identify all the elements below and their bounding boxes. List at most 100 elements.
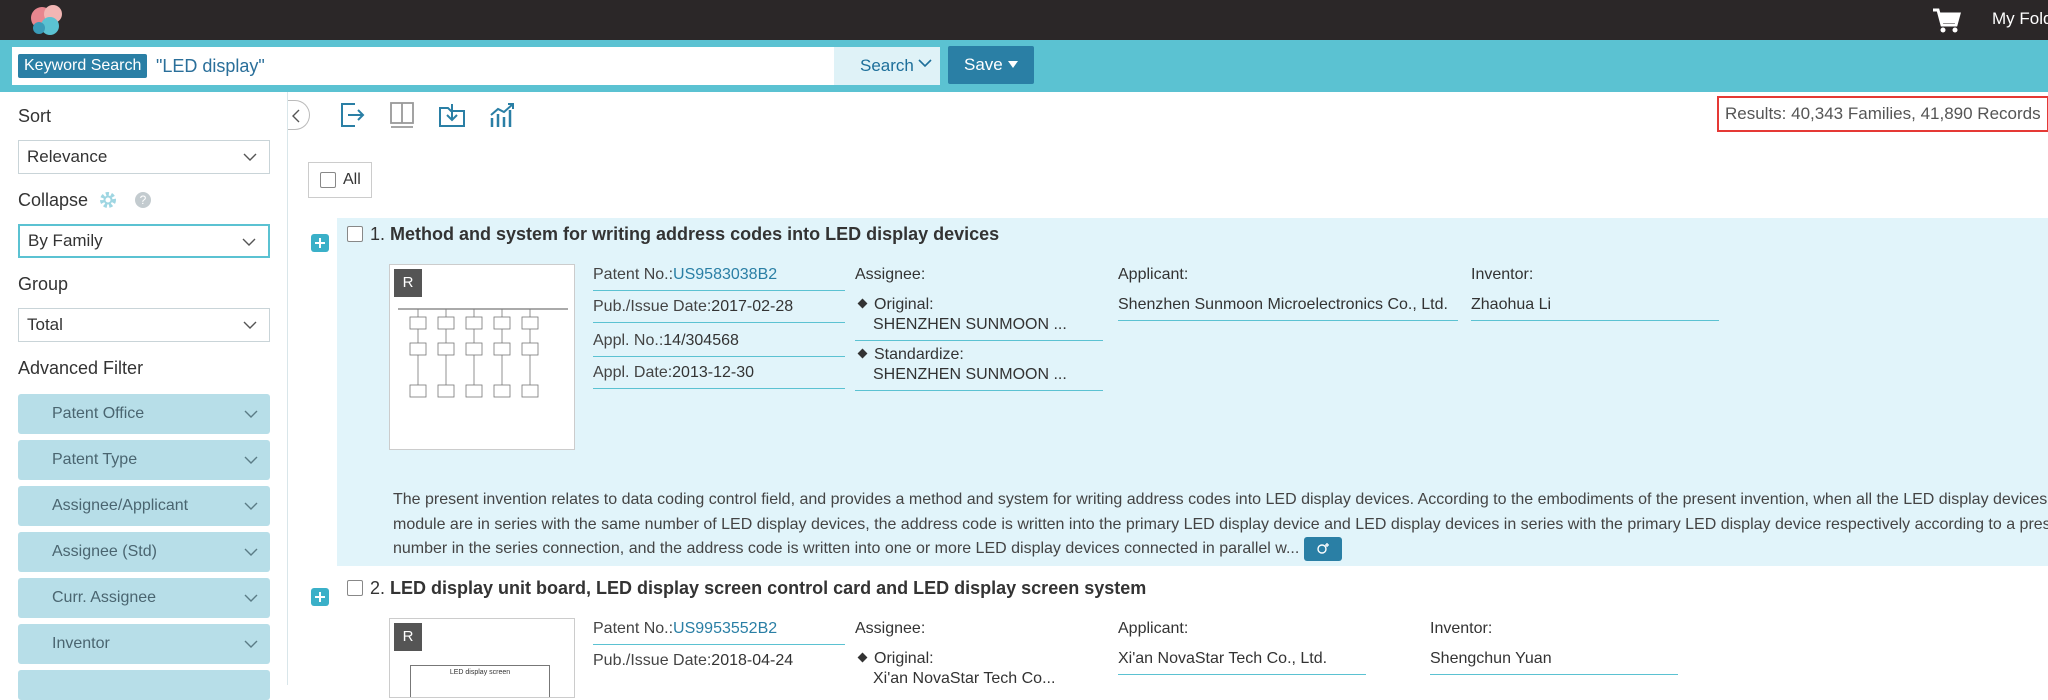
divider bbox=[593, 644, 845, 645]
assignee-standardize-value[interactable]: SHENZHEN SUNMOON ... bbox=[873, 366, 1067, 384]
save-to-folder-icon[interactable] bbox=[437, 100, 467, 130]
select-all-box[interactable]: All bbox=[308, 162, 372, 198]
help-icon[interactable]: ? bbox=[135, 192, 151, 208]
sort-label: Sort bbox=[18, 106, 52, 126]
export-icon[interactable] bbox=[337, 100, 367, 130]
original-label: Original: bbox=[874, 650, 934, 667]
applicant-value[interactable]: Shenzhen Sunmoon Microelectronics Co., L… bbox=[1118, 296, 1448, 314]
record-1-title[interactable]: 1. Method and system for writing address… bbox=[370, 224, 999, 245]
r-badge: R bbox=[394, 623, 422, 651]
filter-assignee-std[interactable]: Assignee (Std) bbox=[18, 532, 270, 572]
shopping-cart-icon[interactable] bbox=[1930, 4, 1962, 36]
record-1-abstract: The present invention relates to data co… bbox=[393, 488, 2048, 562]
expand-record-2-icon[interactable] bbox=[311, 588, 329, 606]
assignee-original-value[interactable]: SHENZHEN SUNMOON ... bbox=[873, 316, 1067, 334]
ai-expand-button[interactable] bbox=[1303, 537, 1342, 561]
filter-patent-office[interactable]: Patent Office bbox=[18, 394, 270, 434]
pub-date-value: 2017-02-28 bbox=[711, 298, 794, 315]
chevron-down-icon bbox=[244, 594, 258, 602]
bullet-diamond-icon bbox=[857, 298, 868, 309]
search-bar: Keyword Search Search Save bbox=[0, 40, 2048, 92]
inventor-value[interactable]: Shengchun Yuan bbox=[1430, 650, 1552, 668]
collapse-select[interactable]: By Family bbox=[18, 224, 270, 258]
record-1-checkbox[interactable] bbox=[347, 226, 363, 242]
assignee-original-value[interactable]: Xi'an NovaStar Tech Co... bbox=[873, 670, 1055, 688]
save-button-label: Save bbox=[964, 55, 1003, 74]
sort-select[interactable]: Relevance bbox=[18, 140, 270, 174]
bullet-diamond-icon bbox=[857, 652, 868, 663]
caret-down-icon bbox=[1008, 61, 1018, 68]
gear-icon[interactable] bbox=[98, 190, 118, 210]
assignee-label: Assignee: bbox=[855, 620, 926, 637]
expand-record-1-icon[interactable] bbox=[311, 234, 329, 252]
filter-patent-type[interactable]: Patent Type bbox=[18, 440, 270, 480]
app-logo-icon[interactable] bbox=[26, 2, 70, 36]
patent-no-label: Patent No.: bbox=[593, 266, 674, 283]
divider bbox=[1118, 674, 1366, 675]
select-all-checkbox[interactable] bbox=[320, 172, 336, 188]
appl-no-value: 14/304568 bbox=[663, 332, 739, 349]
filter-label: Assignee/Applicant bbox=[52, 497, 189, 514]
record-1: 1. Method and system for writing address… bbox=[337, 218, 2048, 566]
pub-date-label: Pub./Issue Date: bbox=[593, 652, 712, 669]
chevron-down-icon bbox=[244, 640, 258, 648]
patent-no-field: Patent No.:US9583038B2 bbox=[593, 266, 777, 284]
record-title-text: LED display unit board, LED display scre… bbox=[390, 578, 1147, 598]
analytics-chart-icon[interactable] bbox=[487, 100, 517, 130]
my-folder-link[interactable]: My Folder bbox=[1992, 9, 2048, 29]
magic-sparkle-icon bbox=[1317, 543, 1329, 554]
compare-view-icon[interactable] bbox=[387, 100, 417, 130]
filter-inventor[interactable]: Inventor bbox=[18, 624, 270, 664]
collapse-sidebar-button[interactable] bbox=[288, 100, 310, 130]
select-all-label: All bbox=[343, 171, 361, 188]
divider bbox=[593, 322, 845, 323]
divider bbox=[593, 388, 845, 389]
top-bar: My Folder bbox=[0, 0, 2048, 40]
filter-curr-assignee[interactable]: Curr. Assignee bbox=[18, 578, 270, 618]
pub-date-label: Pub./Issue Date: bbox=[593, 298, 712, 315]
divider bbox=[855, 340, 1103, 341]
applicant-value[interactable]: Xi'an NovaStar Tech Co., Ltd. bbox=[1118, 650, 1327, 668]
chevron-down-icon bbox=[242, 238, 256, 246]
search-button-label: Search bbox=[860, 56, 914, 75]
assignee-original-label: Original: bbox=[855, 296, 934, 314]
r-badge: R bbox=[394, 269, 422, 297]
abstract-text: The present invention relates to data co… bbox=[393, 491, 2048, 558]
record-title-text: Method and system for writing address co… bbox=[390, 224, 1000, 244]
filter-label: Assignee (Std) bbox=[52, 543, 157, 560]
inventor-value[interactable]: Zhaohua Li bbox=[1471, 296, 1551, 314]
applicant-label: Applicant: bbox=[1118, 620, 1189, 637]
divider bbox=[1471, 320, 1719, 321]
assignee-label: Assignee: bbox=[855, 266, 926, 283]
record-2: 2. LED display unit board, LED display s… bbox=[337, 572, 2048, 698]
search-button[interactable]: Search bbox=[834, 47, 940, 85]
sort-select-value: Relevance bbox=[27, 147, 108, 166]
filter-label: Patent Type bbox=[52, 451, 138, 468]
results-panel: Results: 40,343 Families, 41,890 Records… bbox=[288, 92, 2048, 698]
advanced-filter-label: Advanced Filter bbox=[18, 358, 144, 378]
filter-more[interactable] bbox=[18, 670, 270, 700]
record-1-drawing-thumbnail[interactable]: R bbox=[389, 264, 575, 450]
patent-no-link[interactable]: US9583038B2 bbox=[673, 266, 777, 283]
record-2-title[interactable]: 2. LED display unit board, LED display s… bbox=[370, 578, 1146, 599]
save-button[interactable]: Save bbox=[948, 46, 1034, 84]
results-count: Results: 40,343 Families, 41,890 Records bbox=[1717, 96, 2048, 132]
applicant-label: Applicant: bbox=[1118, 266, 1189, 283]
original-label: Original: bbox=[874, 296, 934, 313]
group-select[interactable]: Total bbox=[18, 308, 270, 342]
inventor-label: Inventor: bbox=[1430, 620, 1493, 637]
appl-date-value: 2013-12-30 bbox=[672, 364, 754, 381]
group-select-value: Total bbox=[27, 315, 63, 334]
assignee-standardize-label: Standardize: bbox=[855, 346, 964, 364]
filter-label: Patent Office bbox=[52, 405, 145, 422]
keyword-search-tag[interactable]: Keyword Search bbox=[18, 54, 148, 78]
filter-label: Inventor bbox=[52, 635, 110, 652]
filter-assignee-applicant[interactable]: Assignee/Applicant bbox=[18, 486, 270, 526]
search-input[interactable] bbox=[156, 47, 836, 85]
record-2-drawing-thumbnail[interactable]: R LED display screen bbox=[389, 618, 575, 698]
record-number: 1. bbox=[370, 224, 386, 244]
patent-no-link[interactable]: US9953552B2 bbox=[673, 620, 777, 637]
appl-no-label: Appl. No.: bbox=[593, 332, 664, 349]
assignee-original-label: Original: bbox=[855, 650, 934, 668]
record-2-checkbox[interactable] bbox=[347, 580, 363, 596]
